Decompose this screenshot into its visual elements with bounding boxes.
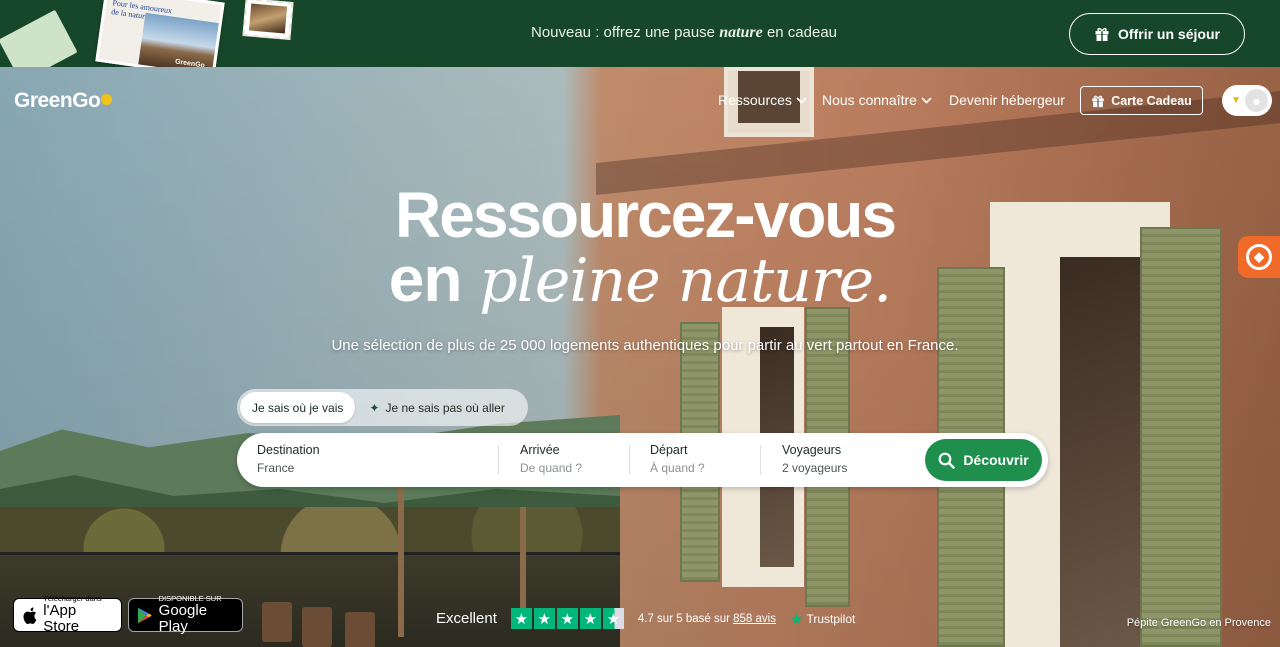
divider [760,445,761,475]
gift-card-label: Carte Cadeau [1111,93,1192,108]
hero-title-italic: pleine nature. [479,246,892,316]
toggle-dont-know-where[interactable]: ✦ Je ne sais pas où aller [355,392,518,423]
destination-value: France [257,461,295,475]
nav-resources-label: Ressources [718,92,792,108]
trustpilot-brand-label: Trustpilot [806,611,856,626]
trustpilot-reviews-link[interactable]: 858 avis [733,613,776,625]
divider [629,445,630,475]
promo-text-after: en cadeau [766,24,838,41]
hero-background [0,67,1280,647]
arrival-label: Arrivée [520,443,560,457]
travelers-field[interactable]: Voyageurs 2 voyageurs [782,443,847,475]
star-icon: ★ [510,608,532,629]
greengo-logo[interactable]: GreenGo [14,89,113,113]
app-store-badge[interactable]: Télécharger dans l'App Store [13,595,122,635]
offer-stay-button[interactable]: Offrir un séjour [1069,13,1245,55]
destination-label: Destination [257,443,320,457]
sun-icon [101,93,113,105]
divider [498,445,499,475]
trustpilot-stars: ★ ★ ★ ★ ★ [510,608,624,629]
gift-card-button[interactable]: Carte Cadeau [1080,86,1203,115]
promo-text-before: Nouveau : offrez une pause [530,24,716,41]
arrival-placeholder: De quand ? [520,461,583,475]
nav-become-host[interactable]: Devenir hébergeur [949,92,1065,108]
search-icon [938,452,956,469]
gift-icon [1092,95,1104,107]
promo-banner: Pour les amoureux de la nature GreenGo N… [0,0,1280,67]
photo-caption: Pépite GreenGo en Provence [1126,617,1271,629]
offer-stay-label: Offrir un séjour [1118,26,1220,42]
trustpilot-label: Excellent [436,610,497,627]
trustpilot-star-icon: ★ [789,610,804,628]
hero-title-plain: en [388,243,463,315]
trustpilot-brand: ★ Trustpilot [790,610,855,628]
chevron-down-icon [796,96,807,104]
nav-about-label: Nous connaître [822,92,917,108]
promo-text-em: nature [719,24,763,41]
nav-become-host-label: Devenir hébergeur [949,92,1065,108]
nav-about[interactable]: Nous connaître [822,92,932,108]
sparkle-icon: ✦ [369,400,380,415]
star-icon: ★ [579,608,601,629]
gift-icon [1095,27,1109,41]
nav-resources[interactable]: Ressources [718,92,807,108]
logo-text: GreenGo [14,89,101,112]
star-icon: ★ [602,608,624,629]
travelers-value: 2 voyageurs [782,461,848,475]
discover-label: Découvrir [963,452,1029,468]
toggle-dont-know-label: Je ne sais pas où aller [385,400,505,415]
appstore-big: l'App Store [43,602,80,635]
travelers-label: Voyageurs [782,443,842,457]
google-play-icon [137,607,152,623]
hero-title-line2: en pleine nature. [0,242,1280,316]
apple-icon [23,606,37,624]
discover-button[interactable]: Découvrir [925,439,1042,481]
star-icon: ★ [533,608,555,629]
gplay-big: Google Play [158,602,208,635]
heart-icon: ▼ [1231,95,1241,106]
trustpilot-widget[interactable]: Excellent ★ ★ ★ ★ ★ 4.7 sur 5 basé sur 8… [436,608,855,629]
arrival-field[interactable]: Arrivée De quand ? [520,443,582,475]
trustpilot-rating: 4.7 sur 5 basé sur 858 avis [638,613,776,625]
google-play-badge[interactable]: DISPONIBLE SUR Google Play [128,595,243,635]
search-bar: Destination France Arrivée De quand ? Dé… [237,433,1048,487]
hero-subtitle: Une sélection de plus de 25 000 logement… [331,337,959,354]
destination-field[interactable]: Destination France [257,443,320,475]
trustpilot-rating-text: 4.7 sur 5 basé sur [637,612,730,625]
star-icon: ★ [556,608,578,629]
hero-title-line1: Ressourcez-vous [395,179,897,251]
user-icon: ● [1245,89,1268,112]
user-menu-button[interactable]: ▼ ● [1222,85,1272,116]
toggle-know-where[interactable]: Je sais où je vais [240,392,356,423]
departure-label: Départ [650,443,688,457]
departure-placeholder: À quand ? [650,461,705,475]
search-mode-toggle: Je sais où je vais ✦ Je ne sais pas où a… [237,389,528,426]
chevron-down-icon [921,96,932,104]
departure-field[interactable]: Départ À quand ? [650,443,705,475]
